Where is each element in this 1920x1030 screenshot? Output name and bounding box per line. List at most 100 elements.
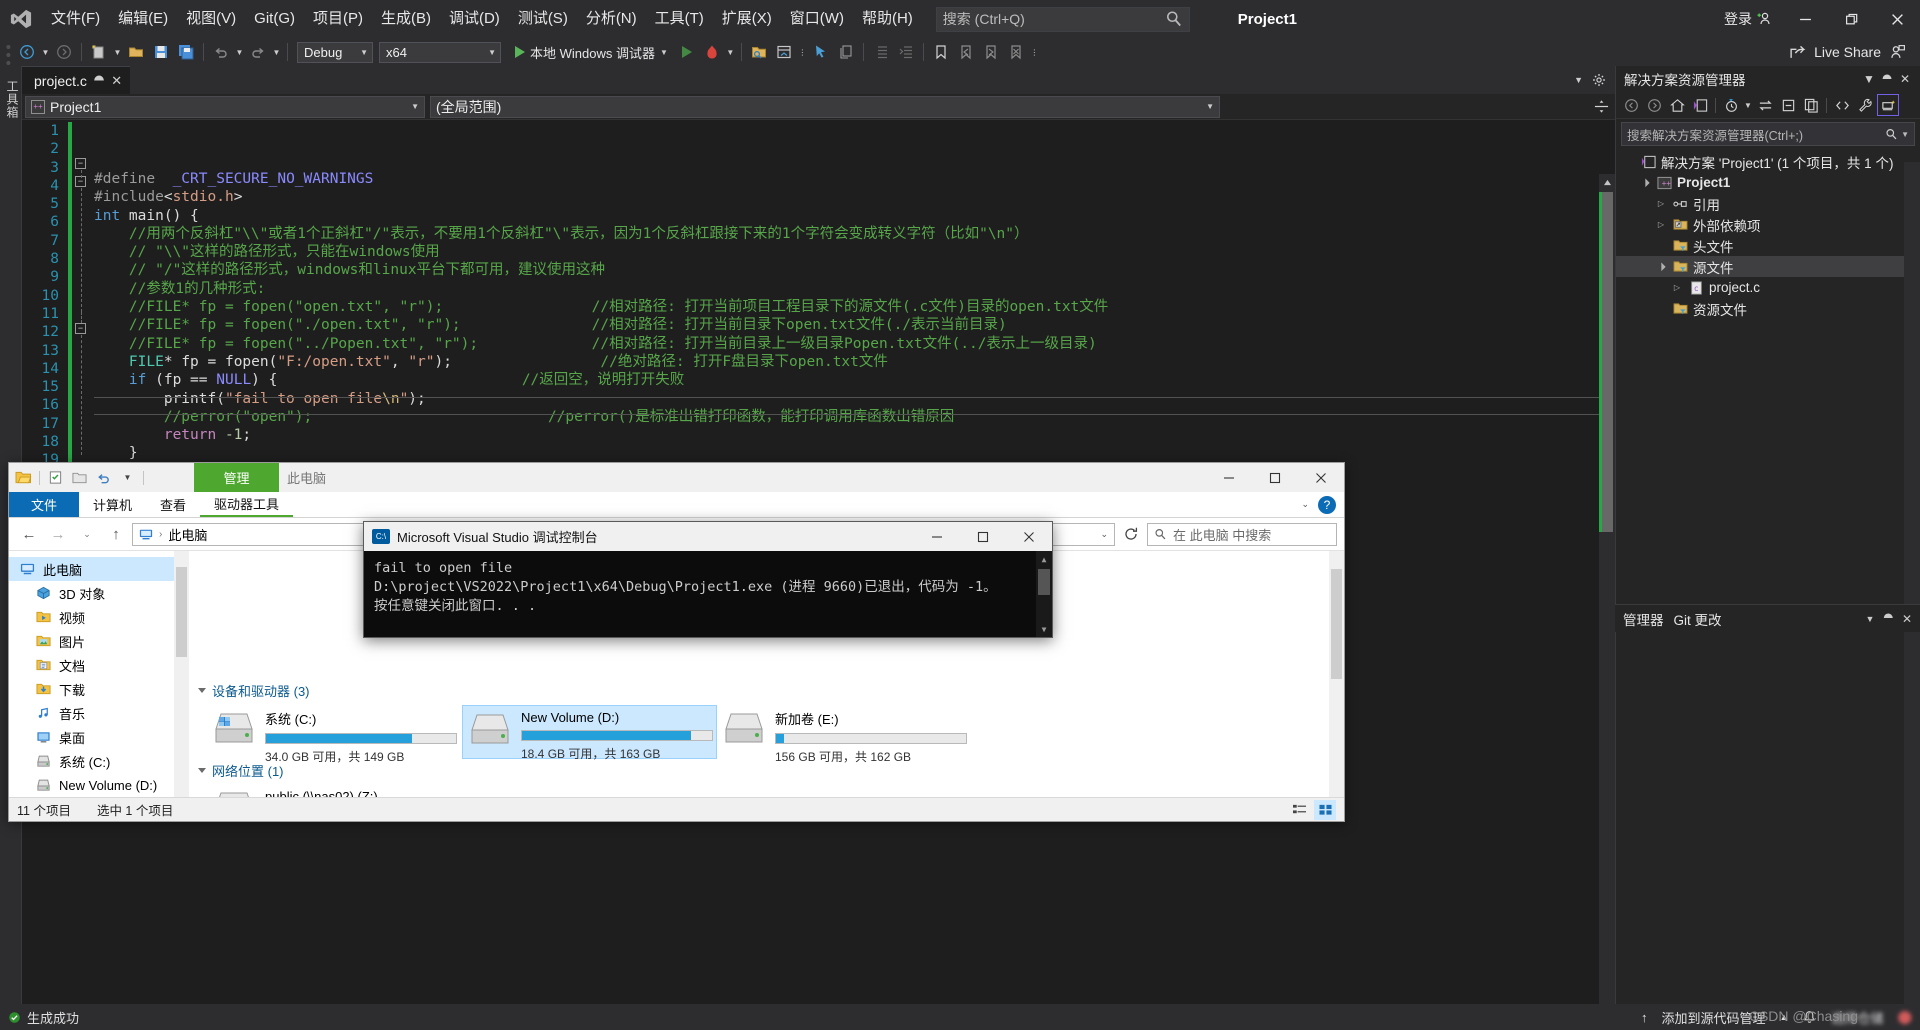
ribbon-tab-drive-tools[interactable]: 驱动器工具 [200, 492, 294, 517]
code-line[interactable]: // "\\"这样的路径形式，只能在windows使用 [94, 243, 1615, 261]
menu-edit[interactable]: 编辑(E) [109, 0, 177, 38]
redo-icon[interactable] [246, 40, 270, 64]
drive-item[interactable]: public (\\nas02) (Z:)14.9 GB 可用，共 1.79 T… [207, 785, 462, 797]
console-output[interactable]: fail to open file D:\project\VS2022\Proj… [364, 551, 1052, 637]
nav-pane-item[interactable]: 视频 [9, 605, 189, 629]
properties-icon[interactable] [47, 469, 64, 486]
undo-dropdown-icon[interactable]: ▼ [234, 40, 245, 64]
help-icon[interactable]: ? [1318, 495, 1336, 514]
pin-icon[interactable]: ⯊ [1878, 72, 1896, 87]
pin-icon[interactable]: ⯊ [94, 73, 104, 89]
menu-help[interactable]: 帮助(H) [853, 0, 922, 38]
right-dock-git-tab[interactable]: Git 更改 [1674, 609, 1722, 629]
properties-wrench-icon[interactable] [1854, 94, 1876, 116]
content-group-header[interactable]: 设备和驱动器 (3) [189, 679, 1344, 701]
nav-pane-item[interactable]: 此电脑 [9, 557, 189, 581]
navbar-project-combo[interactable]: ++ Project1 ▼ [25, 95, 425, 118]
close-icon[interactable]: ✕ [1902, 612, 1912, 626]
code-line[interactable]: int main() { [94, 207, 1615, 225]
ribbon-tab-computer[interactable]: 计算机 [79, 492, 146, 517]
feedback-person-icon[interactable] [1889, 44, 1906, 61]
recent-locations-icon[interactable]: ⌄ [74, 522, 100, 546]
nav-pane-item[interactable]: 下载 [9, 677, 189, 701]
nav-pane-item[interactable]: 3D 对象 [9, 581, 189, 605]
vs-search-box[interactable]: 搜索 (Ctrl+Q) [935, 6, 1190, 32]
nav-pane-scrollbar[interactable] [174, 551, 189, 797]
code-line[interactable]: return -1; [94, 426, 1615, 444]
file-explorer-window[interactable]: ▼ 管理 此电脑 文件 计算机 查看 驱动器工具 ⌄ ? ← → ⌄ ↑ › 此… [8, 462, 1345, 822]
solution-tree-item[interactable]: ▷ c project.c [1616, 277, 1920, 298]
hot-reload-dropdown-icon[interactable]: ▼ [725, 40, 736, 64]
hot-reload-icon[interactable] [700, 40, 724, 64]
save-all-icon[interactable] [174, 40, 198, 64]
menu-debug[interactable]: 调试(D) [440, 0, 509, 38]
nav-pane-item[interactable]: 图片 [9, 629, 189, 653]
status-extra-icon[interactable]: ⬤ [1897, 1009, 1912, 1025]
explorer-maximize-button[interactable] [1252, 463, 1298, 492]
chevron-down-icon[interactable]: ▼ [1866, 614, 1875, 624]
solution-view-icon[interactable] [1689, 94, 1711, 116]
solution-tree[interactable]: 解决方案 'Project1' (1 个项目，共 1 个) ◢ ++ Project1… [1616, 149, 1920, 1030]
solution-explorer-home-icon[interactable] [772, 40, 796, 64]
menu-window[interactable]: 窗口(W) [781, 0, 853, 38]
fold-toggle-main[interactable]: − [75, 158, 86, 169]
ribbon-collapse-icon[interactable]: ⌄ [1301, 499, 1309, 510]
chevron-down-icon[interactable]: ◢ [1653, 258, 1669, 274]
forward-icon[interactable] [1643, 94, 1665, 116]
drive-item[interactable]: 新加卷 (E:) 156 GB 可用，共 162 GB [717, 705, 972, 764]
right-dock-manager-tab[interactable]: 管理器 [1623, 609, 1664, 629]
next-bookmark-icon[interactable] [979, 40, 1003, 64]
content-scrollbar[interactable] [1329, 551, 1344, 797]
navigate-forward-icon[interactable] [52, 40, 76, 64]
up-icon[interactable]: ↑ [103, 522, 129, 546]
scroll-thumb[interactable] [176, 567, 187, 657]
search-dropdown-icon[interactable]: ▼ [1901, 130, 1909, 139]
details-view-button[interactable] [1288, 800, 1310, 820]
refresh-icon[interactable] [1118, 522, 1144, 546]
show-all-files-icon[interactable] [1800, 94, 1822, 116]
code-line[interactable]: // "/"这样的路径形式，windows和linux平台下都可用，建议使用这种 [94, 261, 1615, 279]
save-icon[interactable] [149, 40, 173, 64]
active-files-dropdown-icon[interactable]: ▼ [1574, 75, 1583, 85]
explorer-minimize-button[interactable] [1206, 463, 1252, 492]
toolbar-overflow-icon[interactable]: ⋮ [797, 40, 808, 64]
solution-platform-combo[interactable]: x64 ▼ [379, 41, 501, 63]
scroll-up-arrow-icon[interactable]: ▲ [1036, 551, 1052, 567]
console-close-button[interactable] [1006, 522, 1052, 551]
collapse-all-icon[interactable] [1777, 94, 1799, 116]
sign-in-button[interactable]: 登录 [1714, 9, 1782, 29]
solution-tree-item[interactable]: ◢ 源文件 [1616, 256, 1920, 277]
pointer-select-icon[interactable] [809, 40, 833, 64]
sync-with-active-document-icon[interactable] [1754, 94, 1776, 116]
previous-bookmark-icon[interactable] [954, 40, 978, 64]
drive-item[interactable]: New Volume (D:) 18.4 GB 可用，共 163 GB [462, 705, 717, 761]
redo-dropdown-icon[interactable]: ▼ [271, 40, 282, 64]
drive-item[interactable]: 系统 (C:) 34.0 GB 可用，共 149 GB [207, 705, 462, 764]
home-icon[interactable] [1666, 94, 1688, 116]
start-debugging-button[interactable]: 本地 Windows 调试器 ▼ [509, 40, 674, 64]
menu-extensions[interactable]: 扩展(X) [713, 0, 781, 38]
solution-tree-item[interactable]: 解决方案 'Project1' (1 个项目，共 1 个) [1616, 151, 1920, 172]
code-line[interactable]: //FILE* fp = fopen("../Popen.txt", "r");… [94, 335, 1615, 353]
scroll-thumb[interactable] [1331, 569, 1342, 679]
nav-pane-item[interactable]: 桌面 [9, 725, 189, 749]
explorer-search-box[interactable]: 在 此电脑 中搜索 [1147, 522, 1337, 546]
decrease-indent-icon[interactable] [869, 40, 893, 64]
new-folder-icon[interactable] [71, 469, 88, 486]
scroll-thumb[interactable] [1602, 192, 1613, 532]
code-line[interactable]: //参数1的几种形式: [94, 280, 1615, 298]
fold-toggle-if[interactable]: − [75, 323, 86, 334]
code-line[interactable]: #include<stdio.h> [94, 188, 1615, 206]
menu-git[interactable]: Git(G) [245, 0, 304, 38]
menu-project[interactable]: 项目(P) [304, 0, 372, 38]
back-dropdown-icon[interactable]: ▼ [40, 40, 51, 64]
code-line[interactable]: if (fp == NULL) { //返回空，说明打开失败 [94, 371, 1615, 389]
pending-changes-icon[interactable] [1720, 94, 1742, 116]
menu-file[interactable]: 文件(F) [42, 0, 109, 38]
explorer-close-button[interactable] [1298, 463, 1344, 492]
console-minimize-button[interactable] [914, 522, 960, 551]
code-line[interactable]: #define _CRT_SECURE_NO_WARNINGS [94, 170, 1615, 188]
folder-search-icon[interactable] [747, 40, 771, 64]
view-code-icon[interactable] [1831, 94, 1853, 116]
solution-tree-item[interactable]: 资源文件 [1616, 298, 1920, 319]
